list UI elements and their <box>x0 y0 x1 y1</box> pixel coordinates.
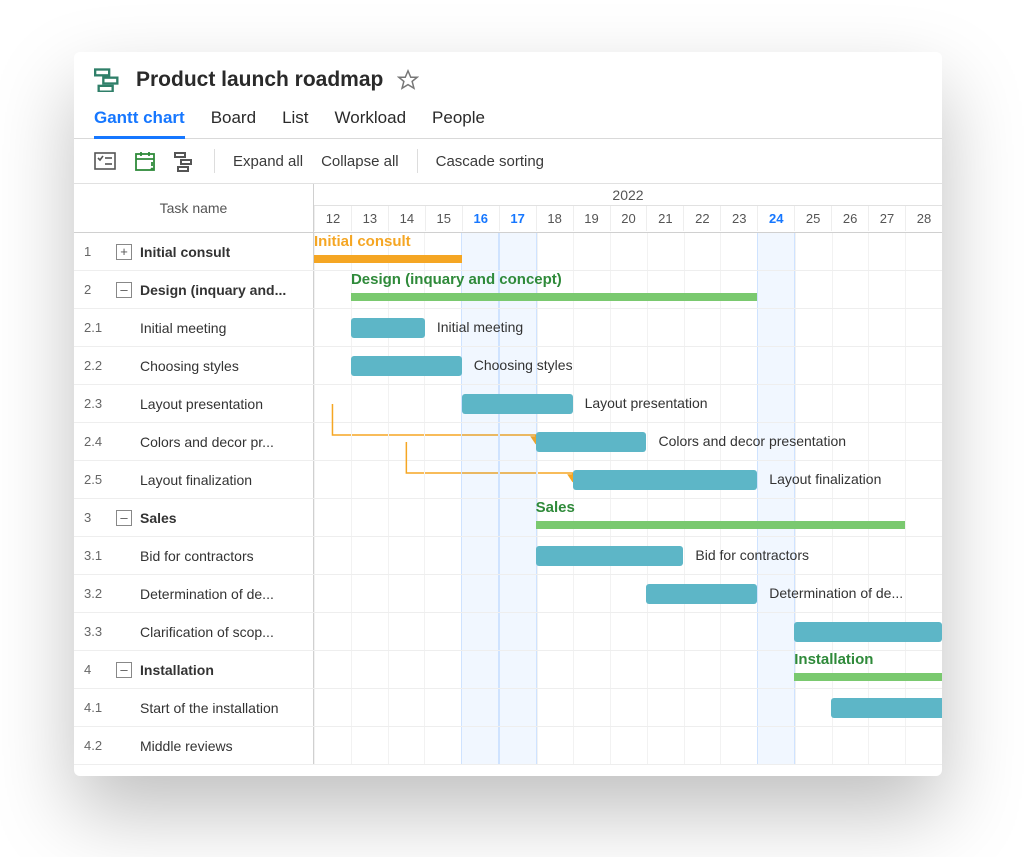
star-icon[interactable] <box>397 69 419 91</box>
tab-list[interactable]: List <box>282 102 308 138</box>
task-bar[interactable] <box>831 698 942 718</box>
task-bar-label: Determination of de... <box>769 585 903 601</box>
task-name[interactable]: Installation <box>140 662 214 678</box>
task-bar[interactable]: Bid for contractors <box>536 546 684 566</box>
task-name[interactable]: Bid for contractors <box>140 548 254 564</box>
row-number: 3 <box>84 510 108 525</box>
row-number: 2.4 <box>84 434 108 449</box>
date-cell: 26 <box>831 206 868 231</box>
date-cell: 24 <box>757 206 794 231</box>
task-name[interactable]: Design (inquary and... <box>140 282 286 298</box>
task-name[interactable]: Choosing styles <box>140 358 239 374</box>
date-cell: 22 <box>683 206 720 231</box>
calendar-alert-icon[interactable] <box>134 150 156 172</box>
phase-bar[interactable] <box>794 673 942 681</box>
row-number: 3.2 <box>84 586 108 601</box>
gantt-icon[interactable] <box>174 150 196 172</box>
task-bar[interactable]: Colors and decor presentation <box>536 432 647 452</box>
row-number: 2.3 <box>84 396 108 411</box>
task-name[interactable]: Initial consult <box>140 244 230 260</box>
expand-icon[interactable]: + <box>116 244 132 260</box>
phase-label: Design (inquary and concept) <box>351 271 562 288</box>
view-tabs: Gantt chart Board List Workload People <box>74 96 942 139</box>
tab-gantt-chart[interactable]: Gantt chart <box>94 102 185 138</box>
row-number: 2 <box>84 282 108 297</box>
task-bar[interactable]: Determination of de... <box>646 584 757 604</box>
collapse-icon[interactable]: – <box>116 662 132 678</box>
task-name[interactable]: Colors and decor pr... <box>140 434 274 450</box>
task-bar[interactable]: Layout finalization <box>573 470 758 490</box>
year-label: 2022 <box>314 184 942 206</box>
task-name[interactable]: Determination of de... <box>140 586 274 602</box>
phase-label: Initial consult <box>314 233 411 250</box>
task-bar[interactable]: Initial meeting <box>351 318 425 338</box>
task-bar-label: Layout presentation <box>585 395 708 411</box>
date-cell: 14 <box>388 206 425 231</box>
phase-label: Installation <box>794 651 873 668</box>
task-name[interactable]: Layout finalization <box>140 472 252 488</box>
date-cell: 28 <box>905 206 942 231</box>
task-name[interactable]: Start of the installation <box>140 700 279 716</box>
row-number: 4.2 <box>84 738 108 753</box>
tab-board[interactable]: Board <box>211 102 256 138</box>
date-cell: 16 <box>462 206 499 231</box>
row-number: 3.1 <box>84 548 108 563</box>
phase-label: Sales <box>536 499 575 516</box>
date-cell: 13 <box>351 206 388 231</box>
toolbar: Expand all Collapse all Cascade sorting <box>74 139 942 184</box>
date-cell: 18 <box>536 206 573 231</box>
phase-bar[interactable] <box>351 293 757 301</box>
date-cell: 21 <box>646 206 683 231</box>
task-name[interactable]: Clarification of scop... <box>140 624 274 640</box>
date-cell: 19 <box>573 206 610 231</box>
task-name[interactable]: Initial meeting <box>140 320 226 336</box>
date-cell: 25 <box>794 206 831 231</box>
page-title: Product launch roadmap <box>136 68 383 92</box>
row-number: 4.1 <box>84 700 108 715</box>
row-number: 3.3 <box>84 624 108 639</box>
row-number: 2.2 <box>84 358 108 373</box>
task-name[interactable]: Sales <box>140 510 177 526</box>
row-number: 1 <box>84 244 108 259</box>
checklist-icon[interactable] <box>94 150 116 172</box>
task-bar-label: Choosing styles <box>474 357 573 373</box>
phase-bar[interactable] <box>314 255 462 263</box>
tab-people[interactable]: People <box>432 102 485 138</box>
task-bar-label: Initial meeting <box>437 319 523 335</box>
date-cell: 27 <box>868 206 905 231</box>
task-bar[interactable]: Layout presentation <box>462 394 573 414</box>
cascade-sorting-button[interactable]: Cascade sorting <box>436 153 544 170</box>
collapse-icon[interactable]: – <box>116 282 132 298</box>
task-bar[interactable] <box>794 622 942 642</box>
collapse-all-button[interactable]: Collapse all <box>321 153 399 170</box>
row-number: 4 <box>84 662 108 677</box>
task-name[interactable]: Middle reviews <box>140 738 233 754</box>
collapse-icon[interactable]: – <box>116 510 132 526</box>
roadmap-app-icon <box>94 68 122 92</box>
date-cell: 23 <box>720 206 757 231</box>
task-bar-label: Colors and decor presentation <box>658 433 846 449</box>
expand-all-button[interactable]: Expand all <box>233 153 303 170</box>
phase-bar[interactable] <box>536 521 905 529</box>
date-cell: 12 <box>314 206 351 231</box>
row-number: 2.1 <box>84 320 108 335</box>
date-cell: 17 <box>499 206 536 231</box>
task-bar-label: Bid for contractors <box>695 547 809 563</box>
date-cell: 15 <box>425 206 462 231</box>
date-cell: 20 <box>610 206 647 231</box>
task-bar[interactable]: Choosing styles <box>351 356 462 376</box>
task-name[interactable]: Layout presentation <box>140 396 263 412</box>
row-number: 2.5 <box>84 472 108 487</box>
tab-workload[interactable]: Workload <box>335 102 407 138</box>
task-name-header: Task name <box>74 184 314 232</box>
task-bar-label: Layout finalization <box>769 471 881 487</box>
